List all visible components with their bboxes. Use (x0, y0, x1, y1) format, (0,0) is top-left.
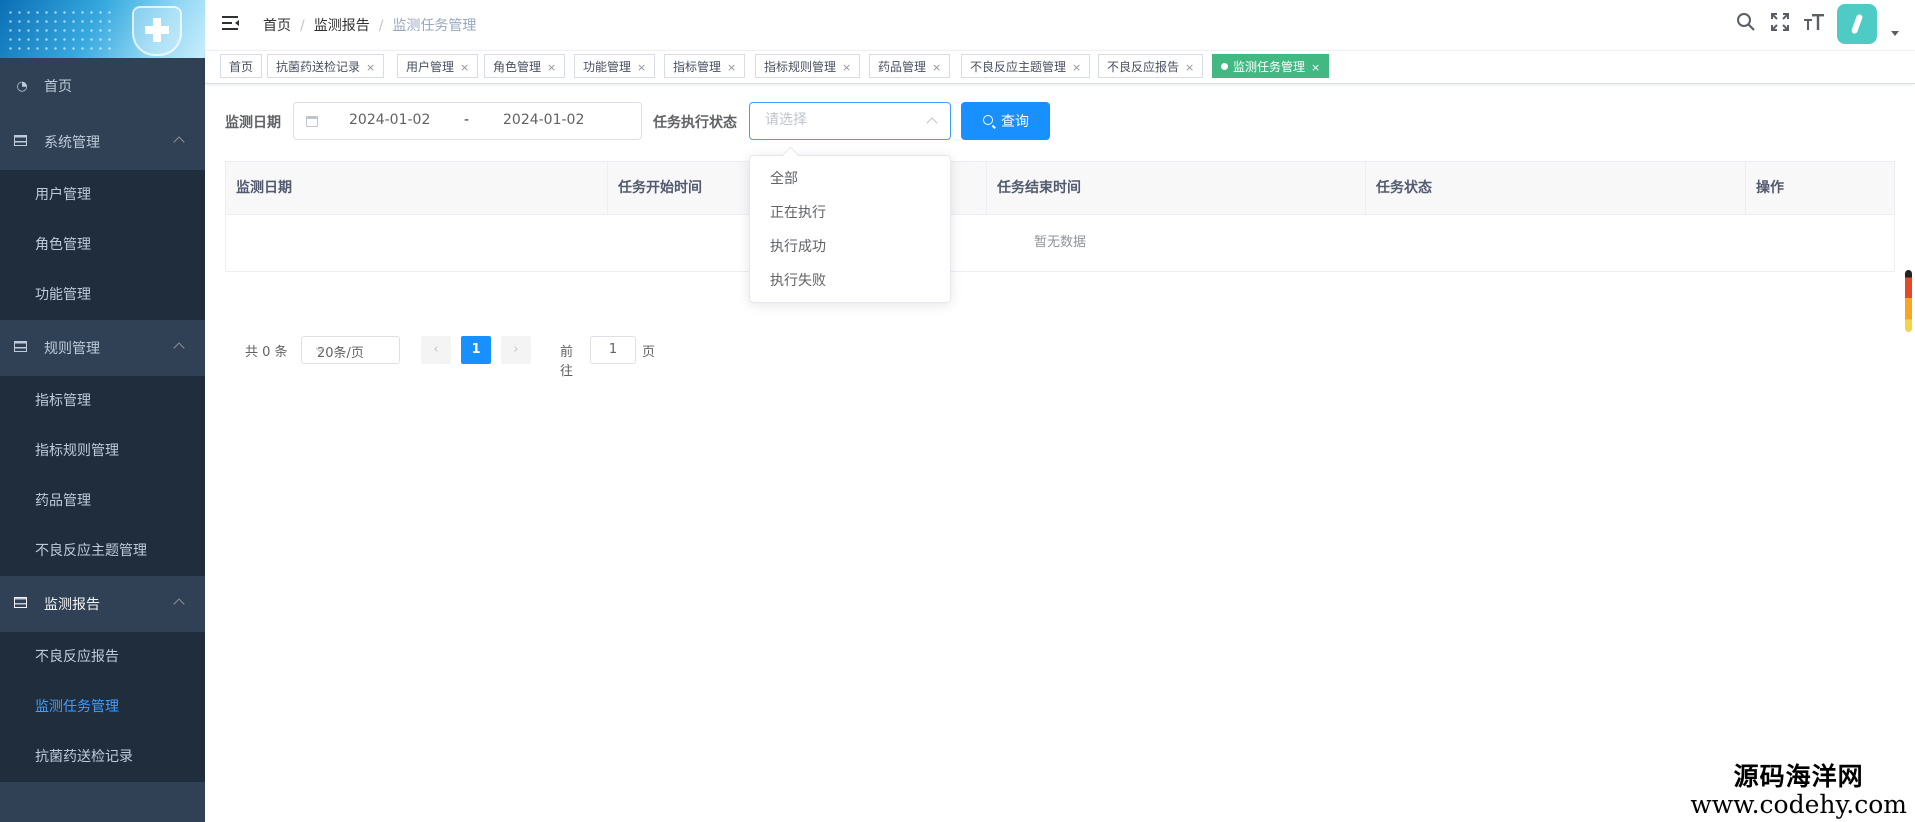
date-end[interactable]: 2024-01-02 (503, 112, 584, 128)
sidebar-item-user-management[interactable]: 用户管理 (0, 170, 205, 220)
top-navbar: 首页 / 监测报告 / 监测任务管理 (205, 0, 1915, 50)
chevron-up-icon (926, 117, 938, 129)
tag-task-management[interactable]: 监测任务管理 × (1212, 54, 1330, 78)
sidebar-item-indicator-rule-management[interactable]: 指标规则管理 (0, 426, 205, 476)
sidebar-group-label: 监测报告 (44, 597, 100, 613)
date-separator: - (464, 112, 470, 128)
sidebar-item-adverse-topic-management[interactable]: 不良反应主题管理 (0, 526, 205, 576)
tag-drug-management[interactable]: 药品管理 × (869, 54, 951, 78)
avatar[interactable] (1837, 4, 1877, 44)
sidebar-group-system[interactable]: 系统管理 (0, 114, 205, 170)
page-unit-label: 页 (642, 345, 656, 360)
tags-view: 首页 抗菌药送检记录 × 用户管理 × 角色管理 × 功能管理 × 指标管理 × 指标规则… (205, 50, 1915, 84)
font-size-icon[interactable] (1802, 12, 1826, 36)
status-input[interactable] (765, 112, 915, 128)
column-monitor-date: 监测日期 (226, 162, 608, 214)
goto-page-input[interactable]: 1 (590, 336, 636, 364)
sidebar-group-label: 系统管理 (44, 135, 100, 151)
tag-function-management[interactable]: 功能管理 × (574, 54, 656, 78)
active-dot-icon (1221, 63, 1228, 70)
next-page-button[interactable]: › (501, 336, 531, 364)
close-icon[interactable]: × (1072, 61, 1081, 74)
prev-page-button[interactable]: ‹ (421, 336, 451, 364)
tag-indicator-management[interactable]: 指标管理 × (664, 54, 746, 78)
chevron-up-icon (173, 136, 185, 148)
sidebar-group-rules[interactable]: 规则管理 (0, 320, 205, 376)
tag-antibiotic-records[interactable]: 抗菌药送检记录 × (267, 54, 385, 78)
total-count: 共 0 条 (245, 345, 288, 360)
header-toolbar (205, 0, 1915, 50)
close-icon[interactable]: × (637, 61, 646, 74)
watermark-line2: www.codehy.com (1690, 790, 1907, 819)
option-all[interactable]: 全部 (750, 162, 950, 196)
sidebar-submenu-reports: 不良反应报告 监测任务管理 抗菌药送检记录 (0, 632, 205, 782)
option-failed[interactable]: 执行失败 (750, 264, 950, 298)
option-success[interactable]: 执行成功 (750, 230, 950, 264)
search-icon[interactable] (1734, 12, 1758, 36)
tag-user-management[interactable]: 用户管理 × (397, 54, 479, 78)
status-dropdown: 全部 正在执行 执行成功 执行失败 (749, 155, 951, 303)
column-task-end-time: 任务结束时间 (987, 162, 1366, 214)
sidebar-item-role-management[interactable]: 角色管理 (0, 220, 205, 270)
sidebar-group-label: 规则管理 (44, 341, 100, 357)
sidebar-item-task-management[interactable]: 监测任务管理 (0, 682, 205, 732)
sidebar-item-home[interactable]: ◔ 首页 (0, 58, 205, 114)
tag-home[interactable]: 首页 (220, 54, 263, 78)
sidebar-item-drug-management[interactable]: 药品管理 (0, 476, 205, 526)
close-icon[interactable]: × (547, 61, 556, 74)
empty-text: 暂无数据 (1033, 235, 1086, 250)
dashboard-icon: ◔ (16, 78, 28, 94)
close-icon[interactable]: × (366, 61, 375, 74)
column-task-status: 任务状态 (1366, 162, 1746, 214)
caret-down-icon[interactable] (1891, 31, 1899, 36)
page-number-1[interactable]: 1 (461, 336, 491, 364)
close-icon[interactable]: × (460, 61, 469, 74)
search-icon (983, 115, 993, 125)
close-icon[interactable]: × (1185, 61, 1194, 74)
sidebar-submenu-system: 用户管理 角色管理 功能管理 (0, 170, 205, 320)
date-range-picker[interactable]: 2024-01-02 - 2024-01-02 (293, 102, 642, 140)
medical-shield-icon (132, 6, 182, 56)
watermark: 源码海洋网 www.codehy.com (1690, 764, 1907, 817)
goto-label: 前往 (560, 345, 574, 379)
close-icon[interactable]: × (1311, 61, 1320, 74)
tag-adverse-topic-management[interactable]: 不良反应主题管理 × (961, 54, 1091, 78)
calendar-icon (306, 116, 318, 127)
sidebar-item-antibiotic-records[interactable]: 抗菌药送检记录 (0, 732, 205, 782)
query-button[interactable]: 查询 (961, 102, 1050, 140)
scroll-indicator[interactable] (1905, 270, 1912, 332)
task-table: 监测日期 任务开始时间 任务结束时间 任务状态 操作 暂无数据 (225, 161, 1895, 272)
close-icon[interactable]: × (727, 61, 736, 74)
page-size-select[interactable]: 20条/页 (301, 336, 400, 364)
close-icon[interactable]: × (842, 61, 851, 74)
tag-role-management[interactable]: 角色管理 × (484, 54, 566, 78)
grid-icon (14, 596, 30, 612)
close-icon[interactable]: × (932, 61, 941, 74)
chevron-up-icon (173, 342, 185, 354)
status-label: 任务执行状态 (653, 115, 737, 131)
column-actions: 操作 (1756, 180, 1784, 196)
sidebar-item-function-management[interactable]: 功能管理 (0, 270, 205, 320)
chevron-up-icon (173, 598, 185, 610)
tag-adverse-report[interactable]: 不良反应报告 × (1098, 54, 1204, 78)
status-select[interactable] (749, 102, 951, 140)
option-running[interactable]: 正在执行 (750, 196, 950, 230)
grid-icon (14, 134, 30, 150)
sidebar-group-reports[interactable]: 监测报告 (0, 576, 205, 632)
date-start[interactable]: 2024-01-02 (349, 112, 430, 128)
grid-icon (14, 340, 30, 356)
watermark-line1: 源码海洋网 (1733, 762, 1864, 791)
logo-pattern (6, 8, 116, 52)
sidebar-item-adverse-report[interactable]: 不良反应报告 (0, 632, 205, 682)
sidebar: ◔ 首页 系统管理 用户管理 角色管理 功能管理 规则管理 指标管理 指标规则管… (0, 0, 205, 822)
logo (0, 0, 205, 58)
sidebar-item-indicator-management[interactable]: 指标管理 (0, 376, 205, 426)
fullscreen-icon[interactable] (1768, 12, 1792, 36)
table-header: 监测日期 任务开始时间 任务结束时间 任务状态 操作 (226, 162, 1894, 215)
tag-indicator-rule-management[interactable]: 指标规则管理 × (755, 54, 861, 78)
sidebar-submenu-rules: 指标管理 指标规则管理 药品管理 不良反应主题管理 (0, 376, 205, 576)
date-label: 监测日期 (225, 115, 281, 131)
sidebar-item-label: 首页 (44, 79, 72, 95)
